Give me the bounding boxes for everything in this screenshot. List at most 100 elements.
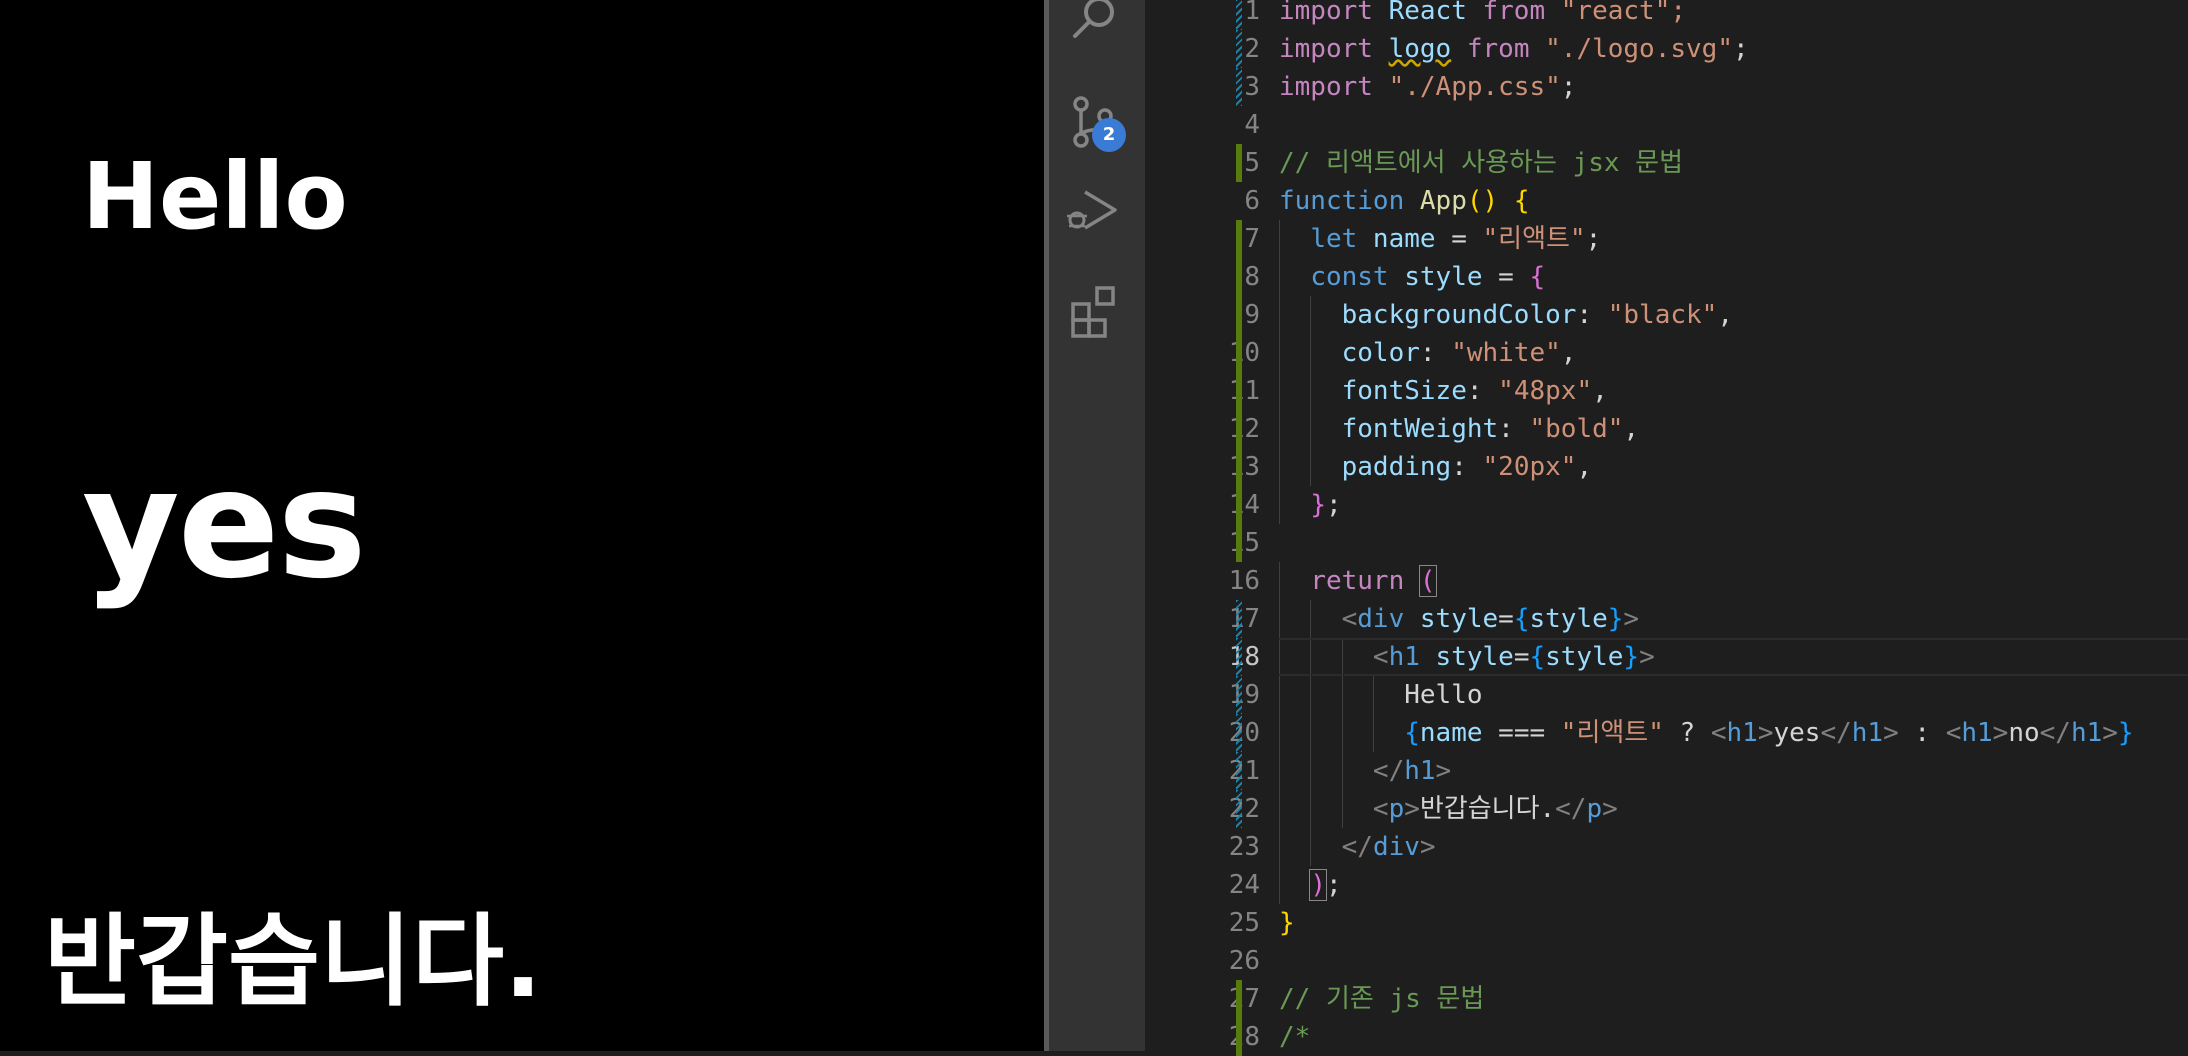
line-number: 10 (1228, 338, 1260, 368)
code-token: () (1466, 186, 1499, 216)
code-line-content[interactable]: backgroundColor: "black", (1279, 296, 2188, 334)
code-editor[interactable]: 1 import React from "react"; 2 import logo … (1145, 0, 2188, 1056)
code-line-content[interactable]: } (1279, 904, 2188, 942)
extensions-icon[interactable] (1065, 280, 1125, 340)
code-line[interactable]: 12 fontWeight: "bold", (1145, 410, 2188, 448)
code-line-content[interactable]: color: "white", (1279, 334, 2188, 372)
code-line-content[interactable] (1279, 524, 2188, 562)
code-token: p (1586, 794, 1603, 824)
gutter-modified-marker[interactable] (1236, 600, 1242, 638)
code-line-content[interactable]: // 기존 js 문법 (1279, 980, 2188, 1018)
gutter-added-marker[interactable] (1236, 296, 1242, 334)
code-line-content[interactable]: padding: "20px", (1279, 448, 2188, 486)
code-line[interactable]: 26 (1145, 942, 2188, 980)
gutter-modified-marker[interactable] (1236, 790, 1242, 828)
code-token: ; (1560, 72, 1577, 102)
line-number: 27 (1228, 984, 1260, 1014)
code-line[interactable]: 28 /* (1145, 1018, 2188, 1056)
code-line[interactable]: 10 color: "white", (1145, 334, 2188, 372)
gutter-modified-marker[interactable] (1236, 676, 1242, 714)
code-token: yes (1773, 718, 1821, 748)
code-line-content[interactable]: </div> (1279, 828, 2188, 866)
code-line-content[interactable]: import logo from "./logo.svg"; (1279, 30, 2188, 68)
code-line[interactable]: 18 <h1 style={style}> (1145, 638, 2188, 676)
code-line-content[interactable] (1279, 106, 2188, 144)
gutter-added-marker[interactable] (1236, 448, 1242, 486)
code-line[interactable]: 23 </div> (1145, 828, 2188, 866)
run-debug-icon[interactable] (1065, 180, 1125, 240)
code-line[interactable]: 24 ); (1145, 866, 2188, 904)
code-line[interactable]: 11 fontSize: "48px", (1145, 372, 2188, 410)
line-number: 3 (1244, 72, 1260, 102)
code-line-content[interactable]: const style = { (1279, 258, 2188, 296)
gutter-added-marker[interactable] (1236, 410, 1242, 448)
code-line[interactable]: 27 // 기존 js 문법 (1145, 980, 2188, 1018)
code-line-content[interactable]: import React from "react"; (1279, 0, 2188, 30)
code-line-content[interactable]: fontSize: "48px", (1279, 372, 2188, 410)
code-token: , (1576, 452, 1593, 482)
gutter-modified-marker[interactable] (1236, 68, 1242, 106)
gutter-modified-marker[interactable] (1236, 638, 1242, 676)
code-line-content[interactable]: fontWeight: "bold", (1279, 410, 2188, 448)
code-token: { (1529, 262, 1546, 292)
code-line-content[interactable]: return ( (1279, 562, 2188, 600)
code-line-content[interactable]: Hello (1279, 676, 2188, 714)
code-line[interactable]: 6 function App() { (1145, 182, 2188, 220)
gutter-added-marker[interactable] (1236, 980, 1242, 1018)
code-line[interactable]: 15 (1145, 524, 2188, 562)
code-line-content[interactable]: <p>반갑습니다.</p> (1279, 790, 2188, 828)
search-icon[interactable] (1065, 0, 1125, 48)
code-line[interactable]: 14 }; (1145, 486, 2188, 524)
code-line-content[interactable]: <div style={style}> (1279, 600, 2188, 638)
code-line[interactable]: 4 (1145, 106, 2188, 144)
code-token: { (1529, 642, 1546, 672)
gutter-added-marker[interactable] (1236, 220, 1242, 258)
code-line[interactable]: 25} (1145, 904, 2188, 942)
code-line[interactable]: 19 Hello (1145, 676, 2188, 714)
code-line[interactable]: 16 return ( (1145, 562, 2188, 600)
code-line-content[interactable]: function App() { (1279, 182, 2188, 220)
code-token: ? (1663, 718, 1711, 748)
indent-guide (1310, 752, 1312, 790)
code-line[interactable]: 22 <p>반갑습니다.</p> (1145, 790, 2188, 828)
gutter-modified-marker[interactable] (1236, 30, 1242, 68)
indent-guide (1341, 676, 1343, 714)
gutter-added-marker[interactable] (1236, 334, 1242, 372)
code-line-content[interactable]: /* (1279, 1018, 2188, 1056)
gutter-added-marker[interactable] (1236, 258, 1242, 296)
line-number: 21 (1228, 756, 1260, 786)
code-line[interactable]: 17 <div style={style}> (1145, 600, 2188, 638)
code-token: import (1279, 34, 1373, 64)
code-line[interactable]: 3 import "./App.css"; (1145, 68, 2188, 106)
gutter-added-marker[interactable] (1236, 372, 1242, 410)
gutter-modified-marker[interactable] (1236, 714, 1242, 752)
code-line-content[interactable]: ); (1279, 866, 2188, 904)
gutter-modified-marker[interactable] (1236, 0, 1242, 30)
code-token: : (1451, 452, 1483, 482)
code-line[interactable]: 20 {name === "리액트" ? <h1>yes</h1> : <h1>… (1145, 714, 2188, 752)
indent-guide (1310, 296, 1312, 334)
code-line[interactable]: 9 backgroundColor: "black", (1145, 296, 2188, 334)
code-line[interactable]: 2 import logo from "./logo.svg"; (1145, 30, 2188, 68)
gutter-added-marker[interactable] (1236, 524, 1242, 562)
code-line[interactable]: 1 import React from "react"; (1145, 0, 2188, 30)
code-line-content[interactable]: </h1> (1279, 752, 2188, 790)
gutter-added-marker[interactable] (1236, 486, 1242, 524)
code-token: > (1639, 642, 1655, 672)
gutter-modified-marker[interactable] (1236, 752, 1242, 790)
code-line[interactable]: 5 // 리액트에서 사용하는 jsx 문법 (1145, 144, 2188, 182)
code-line-content[interactable]: let name = "리액트"; (1279, 220, 2188, 258)
gutter-added-marker[interactable] (1236, 1018, 1242, 1056)
code-line[interactable]: 8 const style = { (1145, 258, 2188, 296)
code-line[interactable]: 13 padding: "20px", (1145, 448, 2188, 486)
code-line-content[interactable]: import "./App.css"; (1279, 68, 2188, 106)
gutter-added-marker[interactable] (1236, 144, 1242, 182)
code-line-content[interactable]: // 리액트에서 사용하는 jsx 문법 (1279, 144, 2188, 182)
code-line[interactable]: 21 </h1> (1145, 752, 2188, 790)
code-line[interactable]: 7 let name = "리액트"; (1145, 220, 2188, 258)
code-line-content[interactable]: }; (1279, 486, 2188, 524)
code-line-content[interactable]: {name === "리액트" ? <h1>yes</h1> : <h1>no<… (1279, 714, 2188, 752)
code-line-content[interactable] (1279, 942, 2188, 980)
code-line-content[interactable]: <h1 style={style}> (1279, 638, 2188, 676)
code-token: ) (1309, 869, 1327, 901)
